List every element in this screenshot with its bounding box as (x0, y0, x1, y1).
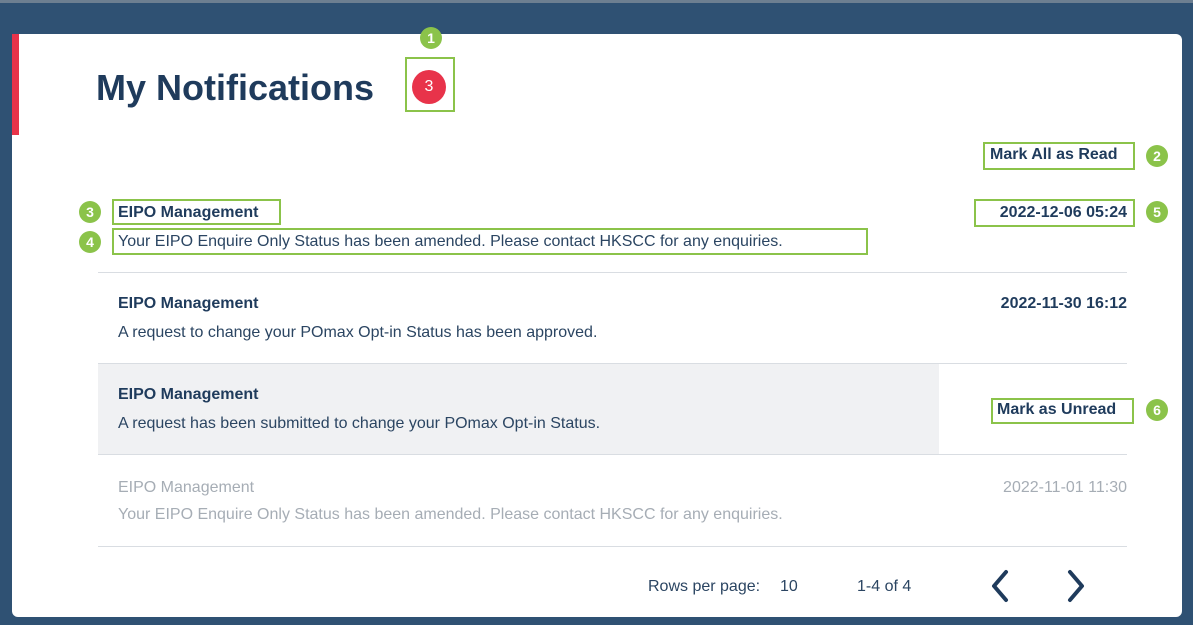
notification-message: A request to change your POmax Opt-in St… (118, 324, 598, 341)
mark-all-read-button[interactable]: Mark All as Read (990, 146, 1117, 164)
notification-source: EIPO Management (118, 295, 259, 312)
notification-source: EIPO Management (118, 204, 259, 221)
unread-count-badge: 3 (412, 70, 446, 104)
next-page-button[interactable] (1061, 566, 1091, 606)
title-accent-bar (12, 34, 19, 135)
chevron-left-icon (992, 570, 1008, 602)
notification-timestamp: 2022-11-01 11:30 (1003, 479, 1127, 496)
callout-marker-2: 2 (1146, 145, 1168, 167)
notification-source: EIPO Management (118, 386, 259, 403)
row-divider (98, 454, 1127, 455)
callout-marker-3: 3 (79, 201, 101, 223)
callout-marker-5: 5 (1146, 201, 1168, 223)
rows-per-page-select[interactable]: 10 (780, 578, 798, 596)
callout-marker-1: 1 (420, 27, 442, 49)
callout-marker-4: 4 (79, 231, 101, 253)
mark-as-unread-button[interactable]: Mark as Unread (997, 401, 1116, 419)
previous-page-button[interactable] (985, 566, 1015, 606)
row-divider (98, 546, 1127, 547)
notification-source: EIPO Management (118, 479, 255, 496)
notification-message: A request has been submitted to change y… (118, 415, 601, 432)
notification-message: Your EIPO Enquire Only Status has been a… (118, 233, 783, 250)
callout-marker-6: 6 (1146, 399, 1168, 421)
row-hover-background (98, 364, 939, 454)
notification-message: Your EIPO Enquire Only Status has been a… (118, 506, 783, 523)
page-title: My Notifications (96, 67, 375, 108)
top-border (0, 0, 1193, 3)
chevron-right-icon (1068, 570, 1084, 602)
notification-timestamp: 2022-11-30 16:12 (1000, 295, 1127, 312)
rows-per-page-label: Rows per page: (648, 578, 761, 595)
notification-timestamp: 2022-12-06 05:24 (999, 204, 1127, 221)
pagination-range: 1-4 of 4 (857, 578, 912, 595)
row-divider (98, 272, 1127, 273)
